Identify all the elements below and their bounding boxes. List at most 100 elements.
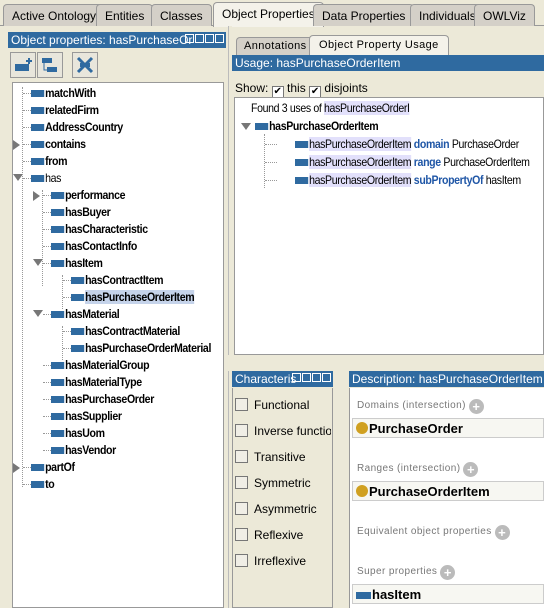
tree-item[interactable]: hasSupplier [51,408,122,424]
add-sub-property-button[interactable] [10,52,36,78]
tree-item-label: hasBuyer [65,205,111,219]
tree-item[interactable]: relatedFirm [31,102,99,118]
usage-tree[interactable]: Found 3 uses of hasPurchaseOrderI hasPur… [234,97,544,355]
tree-item[interactable]: hasPurchaseOrder [51,391,154,407]
view-controls[interactable] [292,373,331,382]
characteristic-inverse-functiona[interactable]: Inverse functiona [235,424,331,438]
tree-item[interactable]: hasContractMaterial [71,323,180,339]
checkbox[interactable] [235,476,248,489]
tab-entities[interactable]: Entities [96,4,154,26]
tree-item[interactable]: hasBuyer [51,204,111,220]
tree-item[interactable]: hasItem [51,255,103,271]
tree-line [265,180,277,181]
tree-line [63,297,71,298]
maximize-icon[interactable] [312,373,321,382]
checkbox[interactable] [235,554,248,567]
object-property-icon [31,90,45,97]
checkbox-label: Irreflexive [254,554,307,568]
object-property-icon [31,464,45,471]
tree-item[interactable]: hasUom [51,425,105,441]
object-property-icon [295,177,309,184]
ranges-section: Ranges (intersection) + [357,462,479,477]
split-icon[interactable] [292,373,301,382]
tree-line [43,365,51,366]
tree-item-label: hasPurchaseOrderMaterial [85,341,212,355]
tab-classes[interactable]: Classes [151,4,212,26]
subtab-object-property-usage[interactable]: Object Property Usage [309,35,449,55]
close-icon[interactable] [322,373,331,382]
checkbox[interactable] [235,450,248,463]
tab-data-properties[interactable]: Data Properties [313,4,415,26]
characteristic-irreflexive[interactable]: Irreflexive [235,554,331,568]
object-property-tree[interactable]: matchWith relatedFirm AddressCountry contai… [12,82,224,608]
tree-item[interactable]: hasCharacteristic [51,221,148,237]
range-item[interactable]: PurchaseOrderItem [352,481,544,501]
characteristic-symmetric[interactable]: Symmetric [235,476,331,490]
expand-icon[interactable] [13,463,20,473]
tab-object-properties[interactable]: Object Properties [213,2,324,27]
add-domain-button[interactable]: + [468,399,484,414]
characteristic-functional[interactable]: Functional [235,398,331,412]
close-icon[interactable] [215,34,224,43]
tree-item[interactable]: to [31,476,55,492]
tab-active-ontology[interactable]: Active Ontology [3,4,106,26]
tree-item[interactable]: AddressCountry [31,119,123,135]
split-icon[interactable] [185,34,194,43]
checkbox-label: Reflexive [254,528,304,542]
tree-line [265,144,277,145]
tree-item[interactable]: hasPurchaseOrderItem [71,289,195,305]
collapse-icon[interactable] [33,310,43,317]
add-super-property-button[interactable]: + [440,565,456,580]
object-property-icon [31,124,45,131]
object-property-icon [51,243,65,250]
minimize-icon[interactable] [195,34,204,43]
characteristic-asymmetric[interactable]: Asymmetric [235,502,331,516]
tab-owlviz[interactable]: OWLViz [474,4,535,26]
object-property-icon [255,123,269,130]
checkbox[interactable] [235,528,248,541]
expand-icon[interactable] [13,140,20,150]
tree-item[interactable]: hasVendor [51,442,116,458]
view-controls[interactable] [185,34,224,43]
minimize-icon[interactable] [302,373,311,382]
add-sibling-property-button[interactable] [37,52,63,78]
tree-line [43,450,51,451]
delete-property-button[interactable] [72,52,98,78]
tree-line [63,331,71,332]
tree-item[interactable]: matchWith [31,85,96,101]
tree-item[interactable]: from [31,153,68,169]
add-range-button[interactable]: + [463,462,479,477]
tree-item-label: hasCharacteristic [65,222,148,236]
checkbox[interactable] [235,398,248,411]
maximize-icon[interactable] [205,34,214,43]
tree-item[interactable]: hasMaterialType [51,374,142,390]
super-property-item[interactable]: hasItem [352,584,544,604]
checkbox[interactable] [235,502,248,515]
collapse-icon[interactable] [241,123,251,130]
checkbox[interactable] [235,424,248,437]
tree-line [43,263,51,264]
characteristic-transitive[interactable]: Transitive [235,450,331,464]
tree-item[interactable]: hasPurchaseOrderMaterial [71,340,211,356]
tree-item-label: hasContactInfo [65,239,138,253]
usage-item[interactable]: hasPurchaseOrderItem subPropertyOf hasIt… [295,172,521,188]
tree-item[interactable]: contains [31,136,86,152]
domain-item[interactable]: PurchaseOrder [352,418,544,438]
object-property-icon [71,277,85,284]
usage-item[interactable]: hasPurchaseOrderItem domain PurchaseOrde… [295,136,519,152]
tree-item[interactable]: hasContractItem [71,272,163,288]
tree-item[interactable]: partOf [31,459,75,475]
subtab-annotations[interactable]: Annotations [236,37,315,55]
characteristics-header: Characteris [232,371,333,387]
tree-item[interactable]: hasMaterialGroup [51,357,150,373]
characteristic-reflexive[interactable]: Reflexive [235,528,331,542]
add-equivalent-button[interactable]: + [494,525,510,540]
super-properties-section: Super properties + [357,565,456,580]
tree-line [43,212,51,213]
tree-item[interactable]: has [31,170,61,186]
expand-icon[interactable] [33,191,40,201]
checkbox-label: Asymmetric [254,502,317,516]
usage-item[interactable]: hasPurchaseOrderItem range PurchaseOrder… [295,154,530,170]
tree-item[interactable]: hasContactInfo [51,238,137,254]
tree-item[interactable]: performance [51,187,126,203]
